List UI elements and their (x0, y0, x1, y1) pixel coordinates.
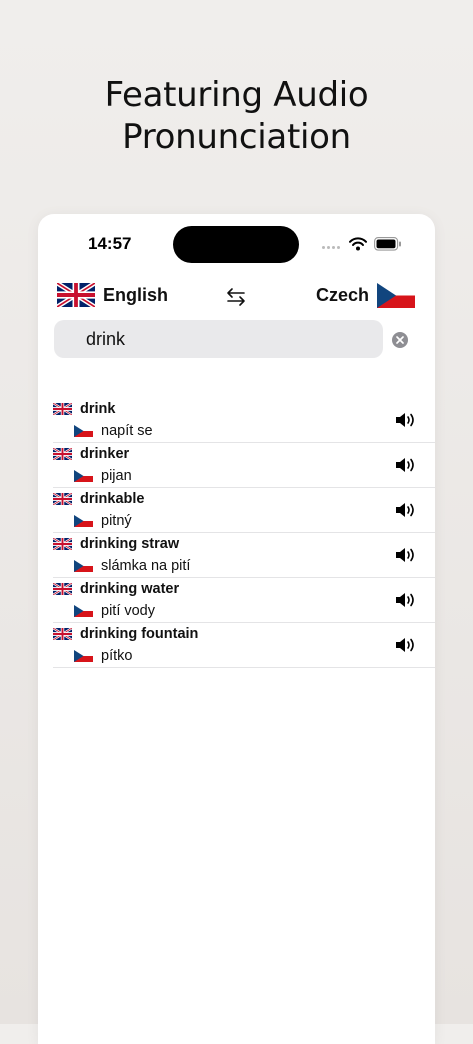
uk-flag-icon (53, 538, 72, 550)
headline: Featuring Audio Pronunciation (0, 74, 473, 158)
clear-circle-icon[interactable] (392, 332, 408, 348)
result-term-text: drinking straw (80, 536, 180, 552)
cellular-signal-icon (322, 246, 344, 252)
uk-flag-icon (53, 493, 72, 505)
headline-line-2: Pronunciation (122, 117, 351, 157)
result-translation-text: pítko (101, 648, 133, 664)
uk-flag-icon (53, 583, 72, 595)
result-translation-text: napít se (101, 423, 153, 439)
result-term-text: drinking fountain (80, 626, 199, 642)
result-translation: napít se (74, 423, 153, 439)
result-term-text: drinkable (80, 491, 145, 507)
czech-flag-icon (74, 650, 93, 662)
result-term: drinker (53, 446, 129, 462)
czech-flag-icon (74, 560, 93, 572)
uk-flag-icon (57, 283, 95, 307)
czech-flag-icon (377, 283, 415, 308)
speaker-icon[interactable] (395, 546, 417, 564)
speaker-icon[interactable] (395, 501, 417, 519)
result-term: drinking straw (53, 536, 179, 552)
result-term: drink (53, 401, 115, 417)
result-translation: pítko (74, 648, 132, 664)
target-language-label: Czech (315, 285, 369, 305)
result-translation-text: slámka na pití (101, 558, 191, 574)
result-translation-text: pití vody (101, 603, 155, 619)
uk-flag-icon (53, 628, 72, 640)
result-row[interactable]: drinkable pitný (53, 488, 435, 533)
search-input[interactable]: drink (54, 320, 383, 358)
uk-flag-icon (53, 403, 72, 415)
uk-flag-icon (53, 448, 72, 460)
status-bar: 14:57 (38, 214, 435, 274)
speaker-icon[interactable] (395, 456, 417, 474)
dynamic-island (173, 226, 299, 263)
speaker-icon[interactable] (395, 411, 417, 429)
status-time: 14:57 (88, 234, 132, 253)
result-translation: pitný (74, 513, 132, 529)
czech-flag-icon (74, 515, 93, 527)
result-translation: pití vody (74, 603, 155, 619)
result-row[interactable]: drinking straw slámka na pití (53, 533, 435, 578)
result-term-text: drinking water (80, 581, 180, 597)
result-translation-text: pijan (101, 468, 132, 484)
target-language-selector[interactable]: Czech (316, 283, 415, 308)
result-translation: slámka na pití (74, 558, 190, 574)
language-bar: English Czech (38, 280, 435, 314)
speaker-icon[interactable] (395, 591, 417, 609)
speaker-icon[interactable] (395, 636, 417, 654)
result-translation: pijan (74, 468, 132, 484)
result-term: drinking fountain (53, 626, 198, 642)
czech-flag-icon (74, 425, 93, 437)
result-translation-text: pitný (101, 513, 132, 529)
result-row[interactable]: drinking fountain pítko (53, 623, 435, 668)
result-row[interactable]: drinker pijan (53, 443, 435, 488)
source-language-selector[interactable]: English (57, 283, 168, 307)
czech-flag-icon (74, 605, 93, 617)
result-row[interactable]: drink napít se (53, 398, 435, 443)
czech-flag-icon (74, 470, 93, 482)
battery-icon (374, 237, 401, 251)
results-list: drink napít se drinker pijan drinkable pitný d… (38, 398, 435, 668)
result-term: drinkable (53, 491, 144, 507)
result-term-text: drinker (80, 446, 130, 462)
wifi-icon (349, 237, 367, 251)
result-row[interactable]: drinking water pití vody (53, 578, 435, 623)
swap-arrows-icon[interactable] (225, 286, 247, 308)
result-term-text: drink (80, 401, 116, 417)
result-term: drinking water (53, 581, 179, 597)
headline-line-1: Featuring Audio (104, 75, 369, 115)
source-language-label: English (103, 284, 169, 305)
phone-screen: 14:57 English Czech drink drink napít se… (38, 214, 435, 1044)
